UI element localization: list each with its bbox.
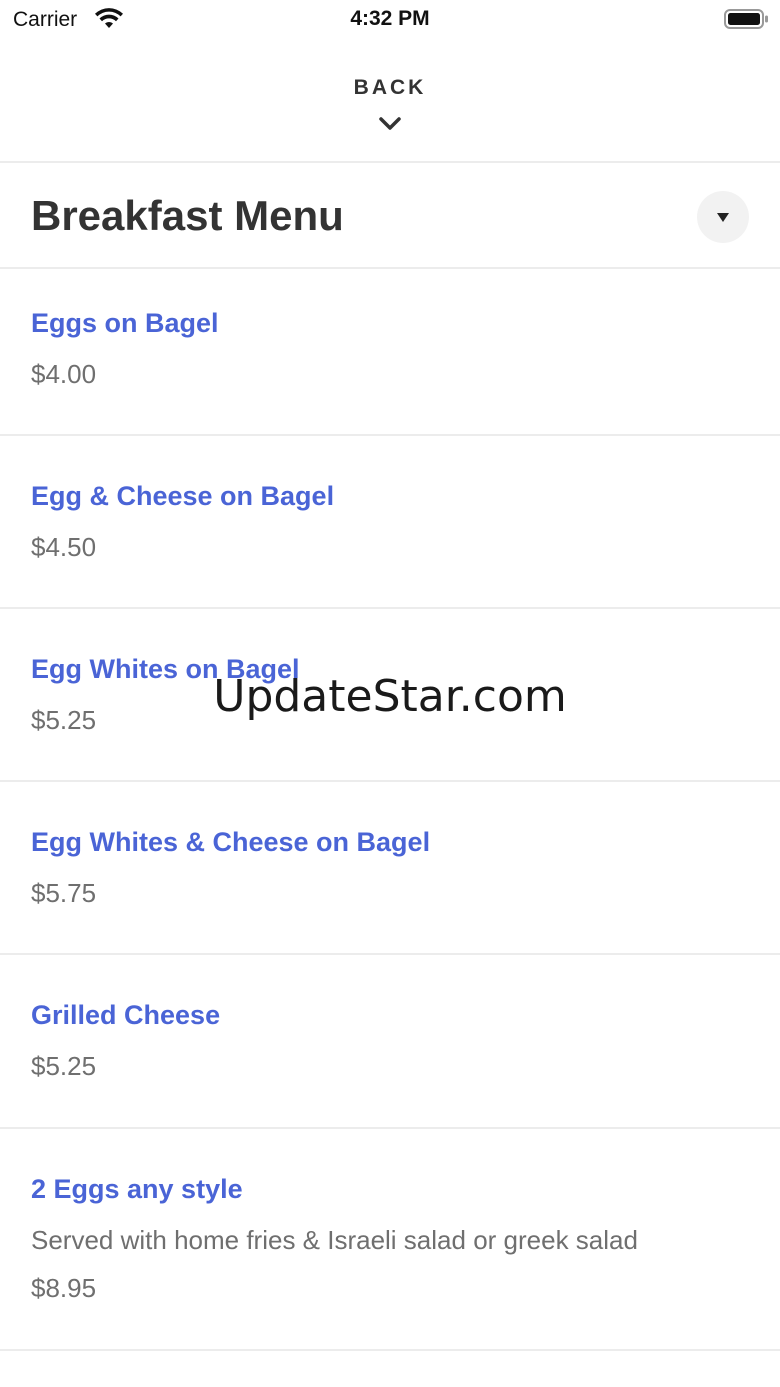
back-header[interactable]: BACK — [0, 40, 780, 163]
menu-item-price: $8.95 — [31, 1273, 97, 1303]
caret-down-icon — [717, 213, 729, 222]
status-bar: Carrier 4:32 PM — [0, 0, 780, 40]
menu-item-price: $5.75 — [31, 878, 97, 908]
menu-item-name[interactable]: Eggs on Bagel — [31, 308, 219, 339]
menu-item-price: $5.25 — [31, 1051, 97, 1081]
menu-item[interactable]: Egg Whites & Cheese on Bagel $5.75 — [0, 782, 780, 955]
menu-item-description: Served with home fries & Israeli salad o… — [31, 1225, 638, 1255]
menu-item[interactable]: Grilled Cheese $5.25 — [0, 955, 780, 1129]
menu-item-price: $4.00 — [31, 359, 97, 389]
menu-item[interactable]: Egg & Cheese on Bagel $4.50 — [0, 436, 780, 609]
menu-item-name[interactable]: 2 Eggs any style — [31, 1174, 243, 1205]
menu-title: Breakfast Menu — [31, 192, 344, 239]
clock: 4:32 PM — [350, 7, 430, 30]
chevron-down-icon[interactable] — [378, 116, 402, 132]
menu-item-name[interactable]: Grilled Cheese — [31, 1000, 220, 1031]
menu-item-name[interactable]: Egg & Cheese on Bagel — [31, 481, 334, 512]
watermark: UpdateStar.com — [213, 671, 567, 722]
menu-header: Breakfast Menu — [0, 163, 780, 269]
back-button[interactable]: BACK — [0, 76, 780, 100]
menu-item-name[interactable]: Egg Whites & Cheese on Bagel — [31, 827, 430, 858]
menu-item[interactable]: Eggs on Bagel $4.00 — [0, 269, 780, 436]
menu-item-price: $4.50 — [31, 532, 97, 562]
screen: Carrier 4:32 PM BACK Breakfast Menu Eggs… — [0, 0, 780, 1387]
battery-icon — [724, 9, 768, 29]
menu-dropdown-button[interactable] — [697, 191, 749, 243]
menu-item[interactable]: 2 Eggs any style Served with home fries … — [0, 1129, 780, 1351]
